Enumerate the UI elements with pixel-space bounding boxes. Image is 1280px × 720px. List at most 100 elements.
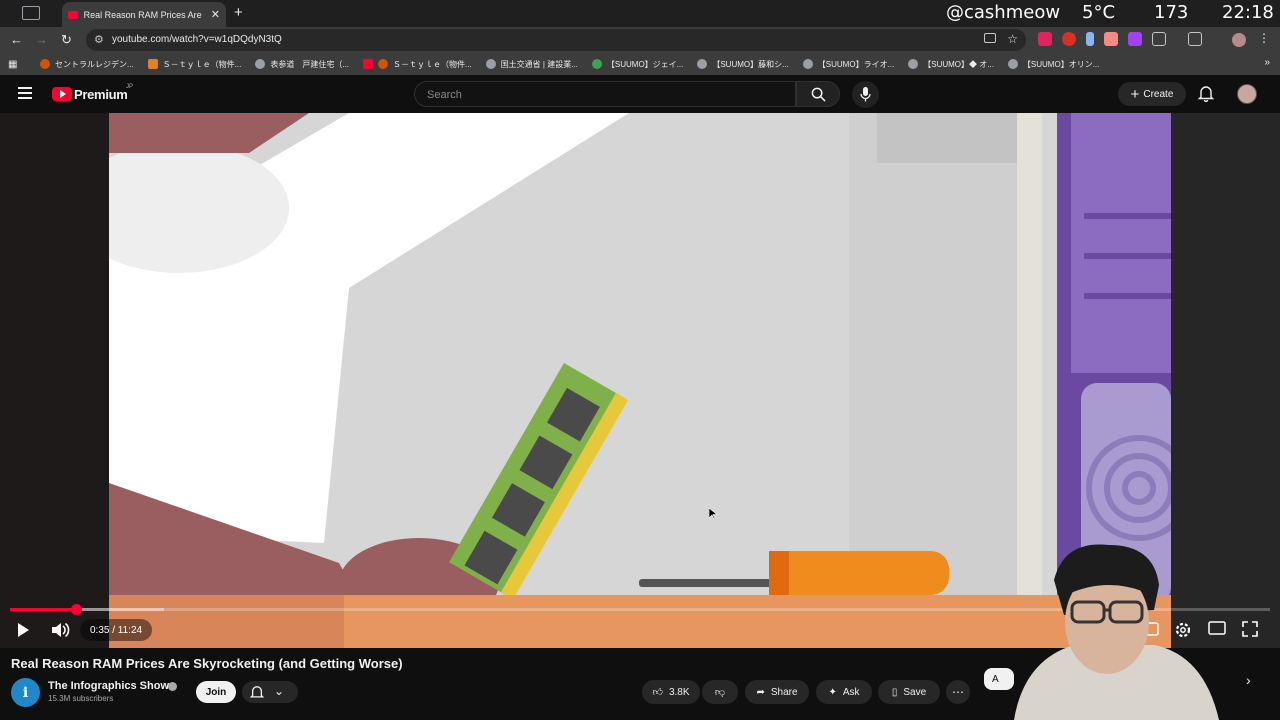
- play-icon: [18, 623, 29, 637]
- notification-preferences-button[interactable]: ⌄: [242, 681, 298, 703]
- bookmark-item[interactable]: 国土交通省 | 建設業...: [485, 59, 578, 70]
- overlay-handle: @cashmeow: [946, 1, 1061, 23]
- apps-grid-icon[interactable]: ▦: [8, 59, 22, 70]
- region-code: JP: [126, 84, 134, 90]
- more-actions-icon[interactable]: ⋯: [946, 680, 970, 704]
- bookmark-label: 【SUUMO】◆ オ...: [923, 59, 994, 69]
- like-button[interactable]: 👍︎ 3.8K: [642, 680, 700, 704]
- thumbs-down-icon: 👎︎: [714, 687, 726, 698]
- microphone-icon: [860, 87, 871, 102]
- tab-strip: Real Reason RAM Prices Are ✕ + @cashmeow…: [0, 0, 1280, 27]
- overlay-count: 173: [1154, 1, 1189, 23]
- share-icon: ➦: [756, 686, 765, 698]
- bookmark-label: 【SUUMO】オリン...: [1022, 59, 1100, 69]
- verified-icon: [168, 682, 177, 691]
- bookmark-item[interactable]: 【SUUMO】ジェイ...: [591, 59, 684, 70]
- bookmark-item[interactable]: 【SUUMO】藤和シ...: [697, 59, 789, 70]
- bookmark-star-icon[interactable]: ☆: [1007, 32, 1018, 46]
- create-button[interactable]: + Create: [1118, 82, 1186, 106]
- youtube-header: Premium JP Search + Create: [0, 75, 1280, 113]
- overlay-temperature: 5°C: [1082, 1, 1116, 23]
- volume-icon: [52, 622, 70, 638]
- fullscreen-icon: [1242, 621, 1258, 637]
- time-display: 0:35 / 11:24: [80, 619, 153, 641]
- extensions-puzzle-icon[interactable]: [1152, 32, 1166, 46]
- share-button[interactable]: ➦ Share: [745, 680, 809, 704]
- share-label: Share: [770, 686, 798, 698]
- reload-icon[interactable]: ↻: [61, 32, 72, 48]
- search-icon: [811, 87, 826, 102]
- back-icon[interactable]: ←: [10, 32, 23, 47]
- account-avatar[interactable]: [1237, 84, 1257, 104]
- forward-icon[interactable]: →: [35, 32, 48, 47]
- reading-list-icon[interactable]: [1188, 32, 1202, 46]
- bookmark-label: 【SUUMO】ジェイ...: [606, 59, 684, 69]
- bookmark-item[interactable]: セントラルレジデン...: [40, 59, 134, 70]
- bell-icon: [250, 686, 264, 698]
- bookmark-label: Ｓ－ｔｙｌｅ（物件...: [162, 59, 242, 69]
- browser-window: Real Reason RAM Prices Are ✕ + @cashmeow…: [0, 0, 1280, 720]
- browser-profile-avatar[interactable]: [1232, 33, 1246, 47]
- subscriber-count: 15.3M subscribers: [48, 694, 114, 703]
- extension-icon[interactable]: [1104, 32, 1118, 46]
- chevron-down-icon: ⌄: [274, 684, 285, 698]
- extensions-bar: [1038, 32, 1202, 46]
- close-tab-icon[interactable]: ✕: [211, 8, 220, 21]
- extension-icon[interactable]: [1062, 32, 1076, 46]
- bookmark-item[interactable]: 【SUUMO】ライオ...: [802, 59, 895, 70]
- join-button[interactable]: Join: [196, 681, 236, 703]
- bookmark-item[interactable]: 【SUUMO】◆ オ...: [908, 59, 994, 70]
- webcam-overlay: [994, 540, 1234, 720]
- url-text: youtube.com/watch?v=w1qDQdyN3tQ: [112, 34, 282, 45]
- bookmark-item[interactable]: 表参道 戸建住宅（...: [255, 59, 349, 70]
- ask-label: Ask: [842, 686, 860, 698]
- sparkle-icon: ✦: [828, 686, 837, 698]
- save-button[interactable]: ▯ Save: [878, 680, 940, 704]
- create-label: Create: [1143, 88, 1174, 100]
- fullscreen-button[interactable]: [1242, 621, 1258, 642]
- search-button[interactable]: [796, 81, 840, 107]
- bookmark-item[interactable]: Ｓ－ｔｙｌｅ（物件...: [363, 59, 472, 70]
- bookmark-label: 国土交通省 | 建設業...: [500, 59, 578, 69]
- channel-avatar[interactable]: i: [11, 678, 40, 707]
- overlay-clock: 22:18: [1222, 1, 1274, 23]
- site-info-icon[interactable]: ⚙: [94, 33, 104, 46]
- youtube-logo-icon[interactable]: [52, 87, 72, 101]
- search-input[interactable]: Search: [414, 81, 796, 107]
- tab-youtube[interactable]: Real Reason RAM Prices Are ✕: [62, 2, 226, 27]
- install-app-icon[interactable]: [984, 33, 996, 43]
- streamer-webcam-image: [1014, 544, 1219, 720]
- mouse-cursor-icon: [708, 507, 718, 525]
- bookmark-label: 表参道 戸建住宅（...: [270, 59, 350, 69]
- bookmarks-bar: ▦ セントラルレジデン... Ｓ－ｔｙｌｅ（物件... 表参道 戸建住宅（...…: [0, 53, 1280, 75]
- channel-name[interactable]: The Infographics Show: [48, 680, 169, 692]
- mute-button[interactable]: [50, 621, 70, 644]
- notifications-bell-icon[interactable]: [1197, 85, 1215, 107]
- chevron-right-icon[interactable]: ›: [1246, 672, 1251, 688]
- bookmarks-overflow-icon[interactable]: »: [1264, 57, 1270, 68]
- played-bar: [10, 608, 76, 611]
- logo-text[interactable]: Premium: [74, 87, 128, 102]
- dislike-button[interactable]: 👎︎: [702, 680, 738, 704]
- tab-search-icon[interactable]: [22, 6, 40, 20]
- browser-menu-icon[interactable]: ⋮: [1258, 31, 1270, 45]
- bookmark-item[interactable]: Ｓ－ｔｙｌｅ（物件...: [147, 59, 242, 70]
- tab-title: Real Reason RAM Prices Are: [83, 9, 202, 20]
- bookmark-item[interactable]: 【SUUMO】オリン...: [1007, 59, 1100, 70]
- search-placeholder: Search: [427, 89, 462, 101]
- scrubber-handle[interactable]: [70, 604, 82, 615]
- play-button[interactable]: [14, 621, 32, 644]
- bookmark-label: 【SUUMO】ライオ...: [817, 59, 895, 69]
- voice-search-button[interactable]: [852, 81, 879, 108]
- extension-icon[interactable]: [1086, 32, 1094, 46]
- extension-icon[interactable]: [1038, 32, 1052, 46]
- menu-icon[interactable]: [18, 87, 32, 99]
- toolbar: ← → ↻ ⚙ youtube.com/watch?v=w1qDQdyN3tQ …: [0, 27, 1280, 53]
- ask-button[interactable]: ✦ Ask: [816, 680, 872, 704]
- bookmark-icon: ▯: [891, 686, 898, 698]
- new-tab-icon[interactable]: +: [234, 4, 243, 21]
- address-bar[interactable]: ⚙ youtube.com/watch?v=w1qDQdyN3tQ ☆: [86, 29, 1026, 51]
- extension-icon[interactable]: [1128, 32, 1142, 46]
- plus-icon: +: [1130, 85, 1140, 103]
- save-label: Save: [903, 686, 927, 698]
